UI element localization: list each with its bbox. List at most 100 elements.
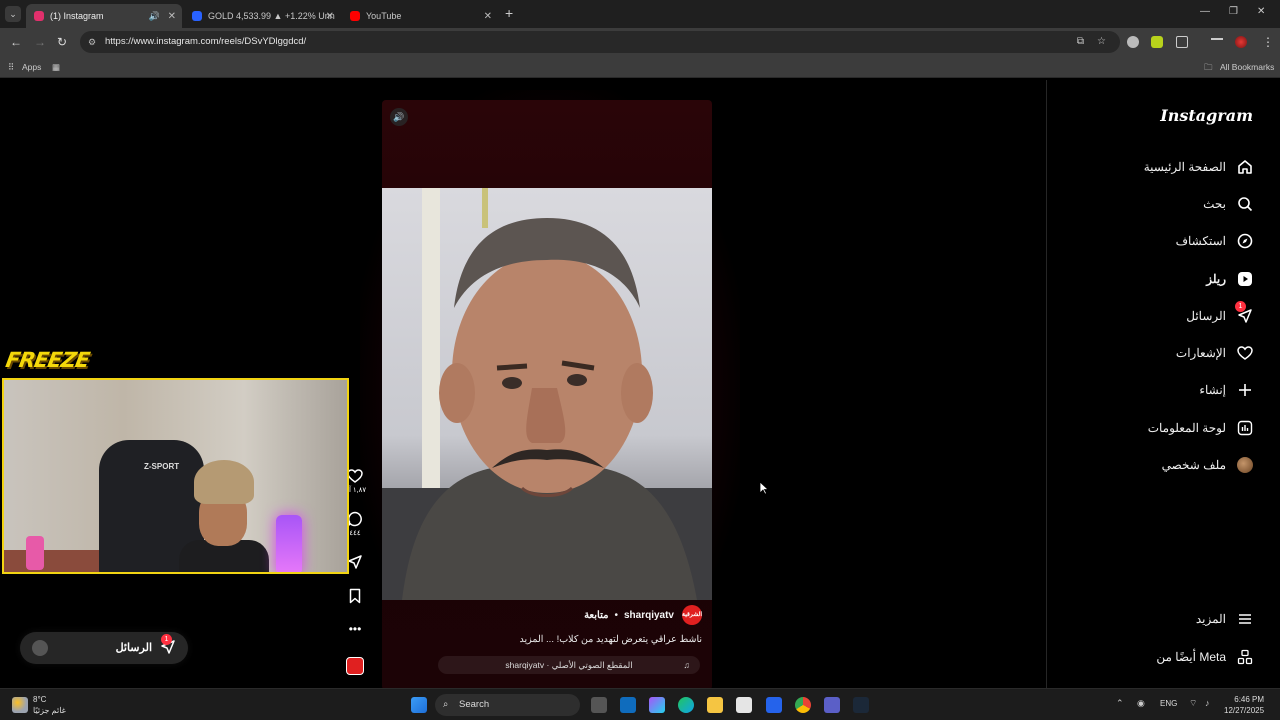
profile-avatar-icon[interactable]: [1235, 36, 1247, 48]
bookmarks-bar: ⠿ Apps ▦ 🗀 All Bookmarks: [0, 56, 1280, 78]
network-icon[interactable]: ⌔: [1189, 698, 1197, 709]
teams-icon[interactable]: [824, 697, 840, 713]
volume-icon[interactable]: ♪: [1205, 698, 1210, 708]
sidebar-item-more[interactable]: المزيد: [1196, 607, 1254, 631]
apps-bookmark[interactable]: Apps: [22, 62, 41, 72]
reel-author-row: متابعة • sharqiyatv الشرقية: [584, 605, 702, 625]
messenger-icon: 1: [1235, 301, 1254, 325]
tab-title: YouTube: [366, 11, 402, 21]
install-app-icon[interactable]: ⧉: [1077, 31, 1084, 53]
streamer-brand-logo: FREEZE: [3, 348, 91, 372]
chrome-icon[interactable]: [795, 697, 811, 713]
tab-gold[interactable]: GOLD 4,533.99 ▲ +1.22% Unn ✕: [184, 4, 340, 28]
sidebar-item-meta[interactable]: أيضًا من Meta: [1156, 645, 1254, 669]
tab-groups-icon[interactable]: ▦: [52, 62, 60, 73]
discord-tray-icon[interactable]: ◉: [1137, 698, 1145, 709]
copilot-icon[interactable]: [649, 697, 665, 713]
system-clock[interactable]: 6:46 PM 12/27/2025: [1224, 694, 1264, 716]
forward-button[interactable]: →: [34, 35, 46, 49]
site-info-icon[interactable]: ⚙: [88, 31, 96, 53]
close-tab-icon[interactable]: ✕: [326, 11, 334, 22]
extension-icon[interactable]: [1127, 36, 1139, 48]
reel-username[interactable]: sharqiyatv: [624, 610, 674, 621]
weather-icon[interactable]: [12, 697, 28, 713]
mouse-cursor-icon: [759, 481, 769, 495]
messages-floating-button[interactable]: الرسائل 1: [20, 632, 188, 664]
new-tab-button[interactable]: +: [505, 5, 513, 21]
sidebar-item-reels[interactable]: ريلز: [1206, 267, 1254, 291]
media-control-icon[interactable]: [1211, 38, 1223, 46]
youtube-favicon-icon: [350, 11, 360, 21]
outlook-icon[interactable]: [620, 697, 636, 713]
back-button[interactable]: ←: [10, 35, 22, 49]
folder-icon: 🗀: [1204, 62, 1213, 72]
follow-button[interactable]: متابعة: [584, 610, 608, 621]
browser-toolbar: ← → ↻ ⚙ https://www.instagram.com/reels/…: [0, 28, 1280, 56]
minimize-button[interactable]: —: [1200, 6, 1210, 17]
all-bookmarks[interactable]: All Bookmarks: [1220, 62, 1274, 72]
sidebar-item-create[interactable]: إنشاء: [1199, 378, 1254, 402]
sidebar-item-explore[interactable]: استكشاف: [1176, 229, 1254, 253]
tab-youtube[interactable]: YouTube ✕: [342, 4, 498, 28]
sidebar-item-search[interactable]: بحث: [1203, 192, 1254, 216]
bookmark-star-icon[interactable]: ☆: [1097, 31, 1106, 53]
meta-apps-icon: [1236, 648, 1254, 666]
browser-tab-bar: ⌄ (1) Instagram 🔊 ✕ GOLD 4,533.99 ▲ +1.2…: [0, 0, 1280, 28]
sidebar-item-dashboard[interactable]: لوحة المعلومات: [1148, 416, 1254, 440]
close-tab-icon[interactable]: ✕: [484, 11, 492, 22]
menu-icon: [1236, 610, 1254, 628]
instagram-favicon-icon: [34, 11, 44, 21]
search-icon: [1236, 195, 1254, 213]
sidebar-item-label: بحث: [1203, 197, 1226, 211]
close-tab-icon[interactable]: ✕: [168, 11, 176, 22]
reel-player[interactable]: 🔊 متابعة • sharqiyatv الشرقية ناشط عراقي…: [382, 100, 712, 688]
security-shield-icon[interactable]: [766, 697, 782, 713]
bottle: [26, 536, 44, 570]
reel-caption[interactable]: ناشط عراقي يتعرض لتهديد من كلاب! ... الم…: [520, 634, 703, 645]
sidebar-item-label: أيضًا من Meta: [1156, 650, 1226, 664]
sidebar-item-label: الإشعارات: [1175, 346, 1226, 360]
audio-playing-icon[interactable]: 🔊: [149, 11, 160, 22]
reload-button[interactable]: ↻: [57, 35, 67, 49]
mute-toggle-icon[interactable]: 🔊: [390, 108, 408, 126]
tray-expand-icon[interactable]: ⌃: [1116, 698, 1124, 709]
windows-start-icon[interactable]: [411, 697, 427, 713]
channel-logo[interactable]: الشرقية: [682, 605, 702, 625]
edge-icon[interactable]: [678, 697, 694, 713]
sidebar-item-home[interactable]: الصفحة الرئيسية: [1144, 155, 1254, 179]
extensions-puzzle-icon[interactable]: [1176, 36, 1188, 48]
sidebar-item-notifications[interactable]: الإشعارات: [1176, 341, 1254, 365]
extension-icon[interactable]: [1151, 36, 1163, 48]
more-options-icon[interactable]: •••: [345, 622, 365, 636]
sidebar-item-profile[interactable]: ملف شخصي: [1162, 453, 1254, 477]
audio-cover-icon: [346, 657, 364, 675]
search-icon: ⌕: [443, 699, 449, 710]
instagram-logo[interactable]: Instagram: [1160, 106, 1253, 125]
save-button[interactable]: [345, 588, 365, 606]
compass-icon: [1236, 232, 1254, 250]
restore-button[interactable]: ❐: [1229, 6, 1238, 17]
file-explorer-icon[interactable]: [707, 697, 723, 713]
close-window-button[interactable]: ✕: [1257, 6, 1265, 17]
audio-thumbnail[interactable]: [345, 657, 365, 675]
taskbar-search[interactable]: ⌕ Search: [435, 694, 580, 716]
address-bar[interactable]: ⚙ https://www.instagram.com/reels/DSvYDl…: [80, 31, 1120, 53]
sidebar-item-label: ملف شخصي: [1161, 458, 1226, 472]
reel-audio[interactable]: sharqiyatv · المقطع الصوتي الأصلي ♫: [438, 656, 700, 674]
microphone-light: [276, 515, 302, 572]
task-view-icon[interactable]: [591, 697, 607, 713]
url-text: https://www.instagram.com/reels/DSvYDlgg…: [105, 36, 307, 47]
sidebar-item-messages[interactable]: الرسائل 1: [1186, 301, 1254, 328]
sidebar-item-label: الصفحة الرئيسية: [1143, 160, 1226, 174]
chrome-menu-icon[interactable]: ⋮: [1262, 35, 1274, 49]
reel-video[interactable]: [382, 188, 712, 600]
store-icon[interactable]: [736, 697, 752, 713]
steam-icon[interactable]: [853, 697, 869, 713]
video-frame-illustration: [382, 188, 712, 600]
tab-instagram[interactable]: (1) Instagram 🔊 ✕: [26, 4, 182, 28]
bookmark-icon: [349, 588, 361, 604]
tab-search-button[interactable]: ⌄: [5, 6, 21, 22]
weather-widget[interactable]: 8°C غائم جزئيًا: [33, 694, 66, 716]
windows-taskbar: 8°C غائم جزئيًا ⌕ Search ⌃ ◉ ENG ⌔ ♪ 6:4…: [0, 688, 1280, 720]
language-indicator[interactable]: ENG: [1160, 699, 1177, 708]
